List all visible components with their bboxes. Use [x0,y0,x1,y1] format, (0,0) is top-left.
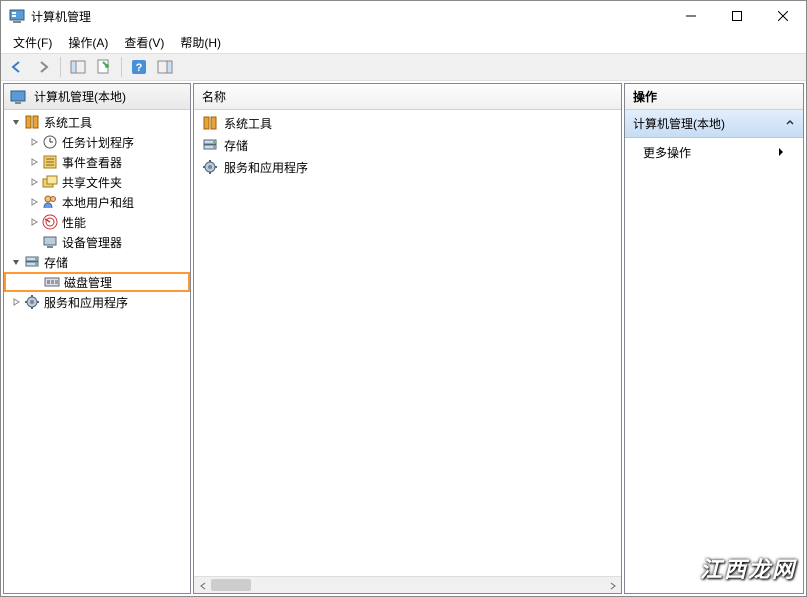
toggle-spacer [30,276,42,288]
list-item-label: 存储 [224,137,248,154]
show-hide-action-button[interactable] [153,55,177,79]
tree-node-label: 存储 [44,254,68,271]
tree-node[interactable]: 本地用户和组 [4,192,190,212]
list-item[interactable]: 系统工具 [194,112,621,134]
tree-node[interactable]: 事件查看器 [4,152,190,172]
list-panel: 名称 系统工具存储服务和应用程序 [193,83,622,594]
list-item[interactable]: 存储 [194,134,621,156]
expand-icon[interactable] [28,196,40,208]
collapse-arrow-icon [785,117,795,131]
menubar: 文件(F) 操作(A) 查看(V) 帮助(H) [1,31,806,53]
tree-node-label: 事件查看器 [62,154,122,171]
action-item-label: 更多操作 [643,144,691,161]
list-item-label: 系统工具 [224,115,272,132]
tree-panel: 计算机管理(本地) 系统工具任务计划程序事件查看器共享文件夹本地用户和组性能设备… [3,83,191,594]
collapse-icon[interactable] [10,256,22,268]
disk-icon [44,274,60,290]
forward-button[interactable] [31,55,55,79]
svg-text:?: ? [136,62,143,74]
expand-icon[interactable] [10,296,22,308]
share-icon [42,174,58,190]
action-header: 操作 [625,84,803,110]
menu-file[interactable]: 文件(F) [5,32,60,53]
action-panel: 操作 计算机管理(本地) 更多操作 [624,83,804,594]
tree-node-label: 系统工具 [44,114,92,131]
storage-icon [202,137,218,153]
expand-icon[interactable] [28,176,40,188]
minimize-button[interactable] [668,1,714,31]
tree-root[interactable]: 计算机管理(本地) [4,84,190,110]
window-controls [668,1,806,31]
main-area: 计算机管理(本地) 系统工具任务计划程序事件查看器共享文件夹本地用户和组性能设备… [1,81,806,596]
app-icon [9,8,25,24]
submenu-arrow-icon [777,146,785,160]
menu-action[interactable]: 操作(A) [60,32,116,53]
services-icon [24,294,40,310]
list-item-label: 服务和应用程序 [224,159,308,176]
tree-node-label: 共享文件夹 [62,174,122,191]
list-column-header[interactable]: 名称 [194,84,621,110]
scroll-right-arrow[interactable] [604,577,621,594]
tools-icon [24,114,40,130]
collapse-icon[interactable] [10,116,22,128]
tree-node[interactable]: 性能 [4,212,190,232]
toggle-spacer [28,236,40,248]
computer-icon [10,89,26,105]
event-icon [42,154,58,170]
tree-node[interactable]: 任务计划程序 [4,132,190,152]
tree-node-label: 服务和应用程序 [44,294,128,311]
maximize-button[interactable] [714,1,760,31]
list-item[interactable]: 服务和应用程序 [194,156,621,178]
services-icon [202,159,218,175]
expand-icon[interactable] [28,156,40,168]
titlebar: 计算机管理 [1,1,806,31]
scroll-thumb[interactable] [211,579,251,591]
tree-node[interactable]: 存储 [4,252,190,272]
toolbar: ? [1,53,806,81]
storage-icon [24,254,40,270]
clock-icon [42,134,58,150]
tree-node-label: 任务计划程序 [62,134,134,151]
tree-node[interactable]: 共享文件夹 [4,172,190,192]
expand-icon[interactable] [28,216,40,228]
properties-button[interactable] [92,55,116,79]
tree-node[interactable]: 设备管理器 [4,232,190,252]
action-section-title[interactable]: 计算机管理(本地) [625,110,803,138]
action-more[interactable]: 更多操作 [625,138,803,167]
window-title: 计算机管理 [31,8,668,25]
scroll-left-arrow[interactable] [194,577,211,594]
tree-node-label: 性能 [62,214,86,231]
device-icon [42,234,58,250]
tree-node[interactable]: 系统工具 [4,112,190,132]
show-hide-tree-button[interactable] [66,55,90,79]
action-section-label: 计算机管理(本地) [633,115,725,132]
tools-icon [202,115,218,131]
back-button[interactable] [5,55,29,79]
help-button[interactable]: ? [127,55,151,79]
users-icon [42,194,58,210]
tree-node-label: 磁盘管理 [64,274,112,291]
close-button[interactable] [760,1,806,31]
tree-node-label: 本地用户和组 [62,194,134,211]
menu-help[interactable]: 帮助(H) [172,32,229,53]
perf-icon [42,214,58,230]
menu-view[interactable]: 查看(V) [116,32,172,53]
expand-icon[interactable] [28,136,40,148]
horizontal-scrollbar[interactable] [194,576,621,593]
tree-node[interactable]: 磁盘管理 [4,272,190,292]
tree-node[interactable]: 服务和应用程序 [4,292,190,312]
tree-node-label: 设备管理器 [62,234,122,251]
tree-root-label: 计算机管理(本地) [34,88,126,105]
